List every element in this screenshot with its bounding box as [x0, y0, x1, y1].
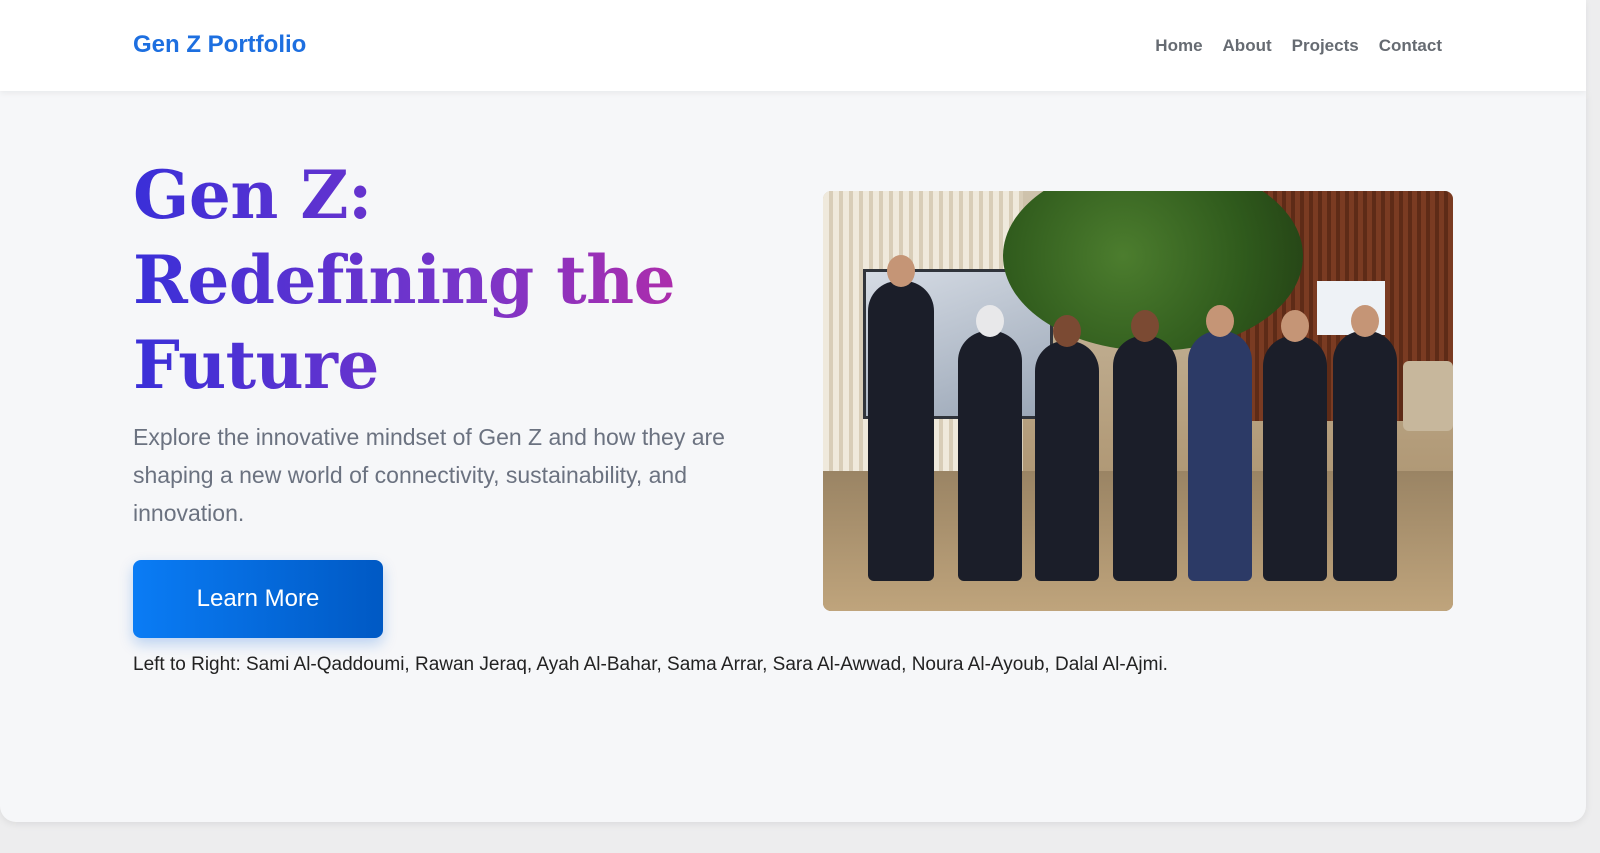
- page: Gen Z Portfolio Home About Projects Cont…: [0, 0, 1600, 853]
- hero-title-line-1: Gen Z:: [133, 156, 372, 234]
- photo-person-5: [1188, 305, 1252, 581]
- nav-about-link[interactable]: About: [1223, 36, 1272, 56]
- brand-logo-link[interactable]: Gen Z Portfolio: [133, 31, 306, 59]
- photo-person-4: [1113, 310, 1177, 581]
- photo-sofa: [1403, 361, 1453, 431]
- hero-title: Gen Z: Redefining the Future: [133, 153, 753, 408]
- hero-title-line-3: Future: [133, 326, 379, 404]
- nav-home-link[interactable]: Home: [1155, 36, 1202, 56]
- hero-title-line-2: Redefining the: [133, 241, 676, 319]
- photo-person-2: [958, 305, 1022, 581]
- top-navbar: Gen Z Portfolio Home About Projects Cont…: [0, 0, 1586, 91]
- nav-contact-link[interactable]: Contact: [1379, 36, 1442, 56]
- photo-person-6: [1263, 310, 1327, 581]
- main-nav: Home About Projects Contact: [1155, 36, 1442, 56]
- photo-person-3: [1035, 315, 1099, 581]
- photo-person-1: [868, 255, 934, 581]
- hero-section: Gen Z: Redefining the Future Explore the…: [0, 91, 1586, 822]
- photo-person-7: [1333, 305, 1397, 581]
- nav-projects-link[interactable]: Projects: [1292, 36, 1359, 56]
- photo-caption: Left to Right: Sami Al-Qaddoumi, Rawan J…: [133, 654, 1168, 675]
- team-photo: [823, 191, 1453, 611]
- hero-subtitle: Explore the innovative mindset of Gen Z …: [133, 424, 725, 526]
- learn-more-button[interactable]: Learn More: [133, 560, 383, 638]
